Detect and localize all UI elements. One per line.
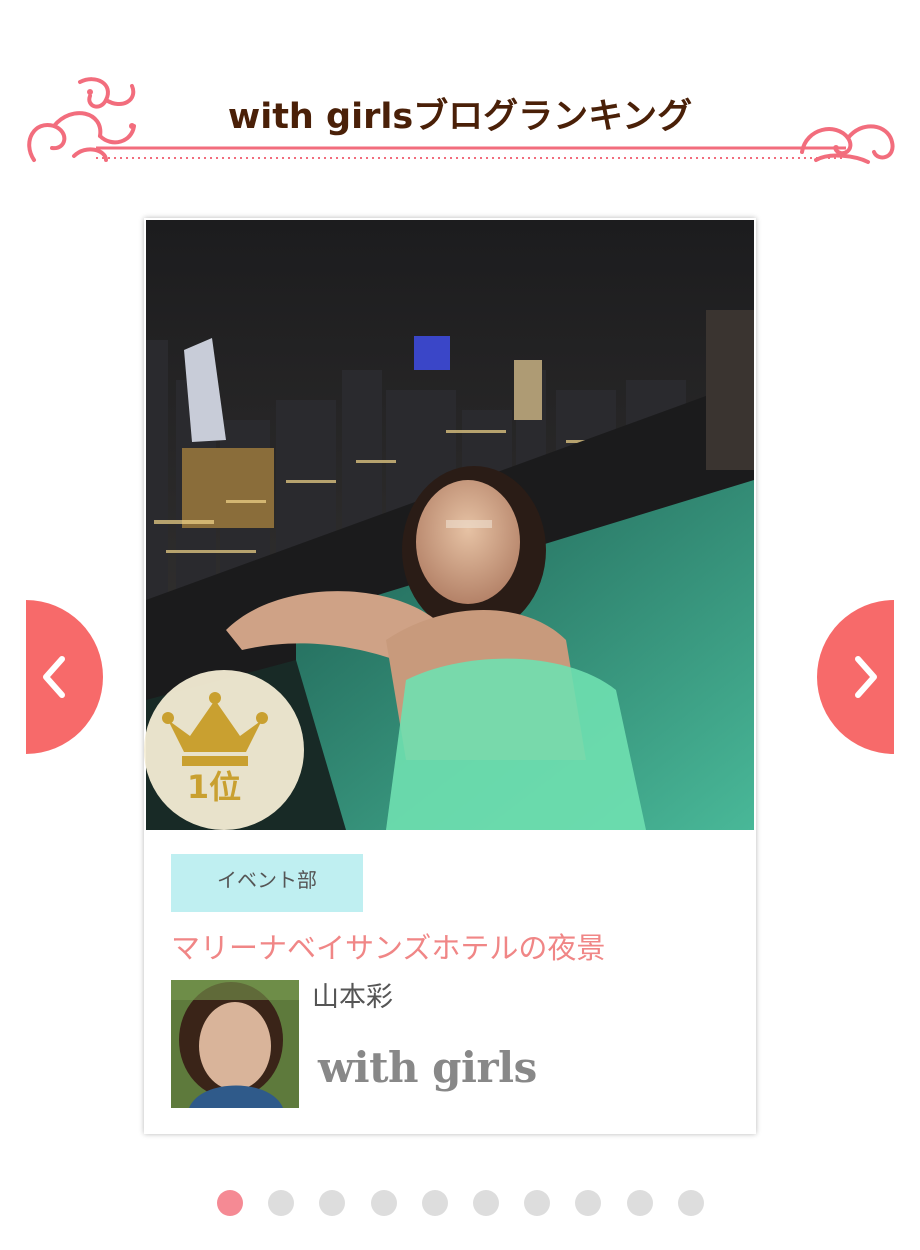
- pagination-dot[interactable]: [627, 1190, 653, 1216]
- ranking-header: with girlsブログランキング: [0, 0, 920, 200]
- pagination-dot[interactable]: [268, 1190, 294, 1216]
- rank-badge: 1位: [144, 670, 304, 830]
- author-avatar[interactable]: [171, 980, 299, 1108]
- header-rule: [96, 146, 846, 159]
- pagination-dots: [0, 1190, 920, 1218]
- pagination-dot[interactable]: [422, 1190, 448, 1216]
- prev-button[interactable]: [26, 600, 104, 754]
- pagination-dot[interactable]: [319, 1190, 345, 1216]
- pagination-dot[interactable]: [217, 1190, 243, 1216]
- ranking-card[interactable]: 1位 イベント部 マリーナベイサンズホテルの夜景 山本彩 with girls: [144, 218, 756, 1134]
- pagination-dot[interactable]: [575, 1190, 601, 1216]
- pagination-dot[interactable]: [524, 1190, 550, 1216]
- category-tag[interactable]: イベント部: [171, 854, 363, 912]
- post-title[interactable]: マリーナベイサンズホテルの夜景: [171, 926, 731, 970]
- author-name[interactable]: 山本彩: [312, 978, 393, 1018]
- rank-label: 1位: [187, 768, 241, 806]
- next-button[interactable]: [816, 600, 894, 754]
- pagination-dot[interactable]: [371, 1190, 397, 1216]
- pagination-dot[interactable]: [678, 1190, 704, 1216]
- page-title: with girlsブログランキング: [227, 97, 693, 137]
- brand-logo: with girls: [318, 1043, 537, 1092]
- pagination-dot[interactable]: [473, 1190, 499, 1216]
